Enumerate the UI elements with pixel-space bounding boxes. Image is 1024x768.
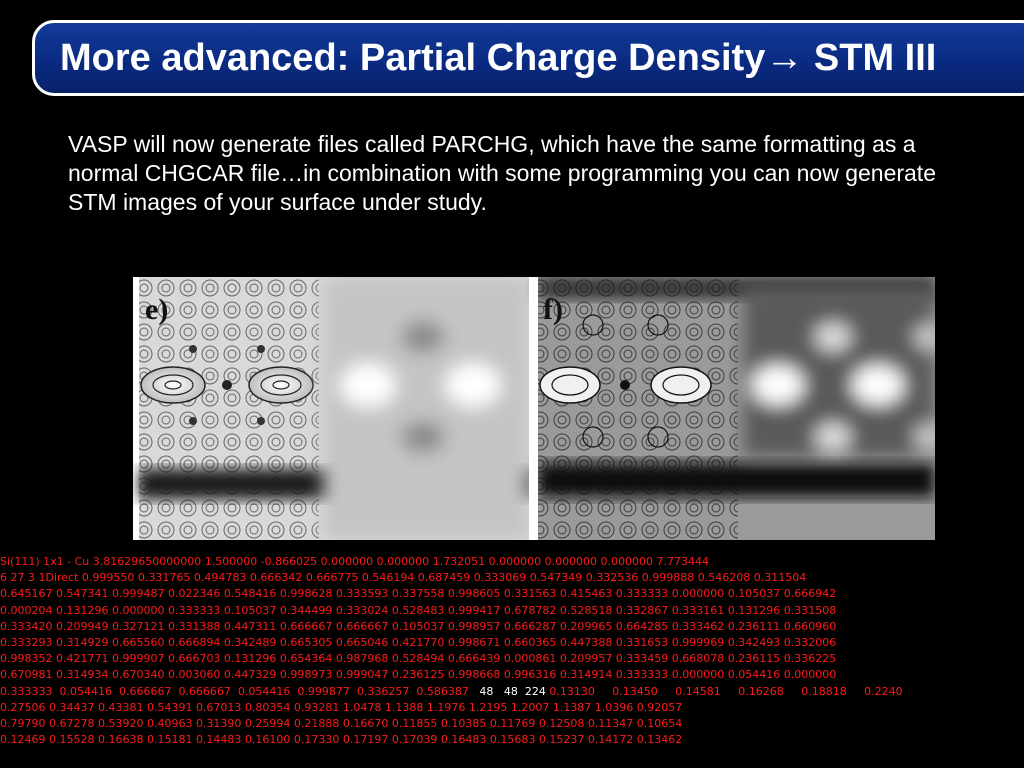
body-line: VASP will now generate files called PARC… (68, 131, 916, 157)
stm-figure: e) f) (133, 277, 935, 540)
dump-segment: 0.333333 0.054416 0.666667 0.666667 0.05… (0, 684, 480, 698)
body-line: normal CHGCAR file…in combination with s… (68, 160, 936, 186)
panel-divider (529, 277, 538, 540)
panel-label-e: e) (145, 293, 168, 326)
dump-line: 0.79790 0.67278 0.53920 0.40963 0.31390 … (0, 716, 683, 730)
panel-label-f: f) (543, 293, 563, 326)
grid-dimensions: 48 48 224 (479, 684, 546, 698)
dump-line: 0.333333 0.054416 0.666667 0.666667 0.05… (0, 684, 1024, 700)
dump-line: 0.998352 0.421771 0.999907 0.666703 0.13… (0, 652, 837, 666)
dump-line: 0.670981 0.314934 0.670340 0.003060 0.44… (0, 668, 837, 682)
dump-segment: 0.13130 0.13450 0.14581 0.16268 0.18818 … (545, 684, 903, 698)
stm-image: e) f) (139, 277, 935, 540)
dump-line: 0.12469 0.15528 0.16638 0.15181 0.14483 … (0, 733, 683, 747)
panel-f (538, 277, 935, 540)
slide-body-text: VASP will now generate files called PARC… (68, 130, 1024, 217)
slide-title: More advanced: Partial Charge Density→ S… (60, 37, 937, 79)
dump-line: 0.645167 0.547341 0.999487 0.022346 0.54… (0, 587, 837, 601)
body-line: STM images of your surface under study. (68, 189, 487, 215)
panel-e (139, 277, 529, 540)
dump-line: 0.27506 0.34437 0.43381 0.54391 0.67013 … (0, 700, 683, 714)
dump-line: Si(111) 1x1 - Cu 3.81629650000000 1.5000… (0, 555, 710, 568)
dump-line: 6 27 3 1Direct 0.999550 0.331765 0.49478… (0, 571, 807, 585)
parchg-data-dump: Si(111) 1x1 - Cu 3.81629650000000 1.5000… (0, 554, 1024, 768)
dump-line: 0.000204 0.131296 0.000000 0.333333 0.10… (0, 603, 837, 617)
dump-line: 0.333420 0.209949 0.327121 0.331388 0.44… (0, 619, 837, 633)
dump-line: 0.333293 0.314929 0.665560 0.666894 0.34… (0, 635, 837, 649)
